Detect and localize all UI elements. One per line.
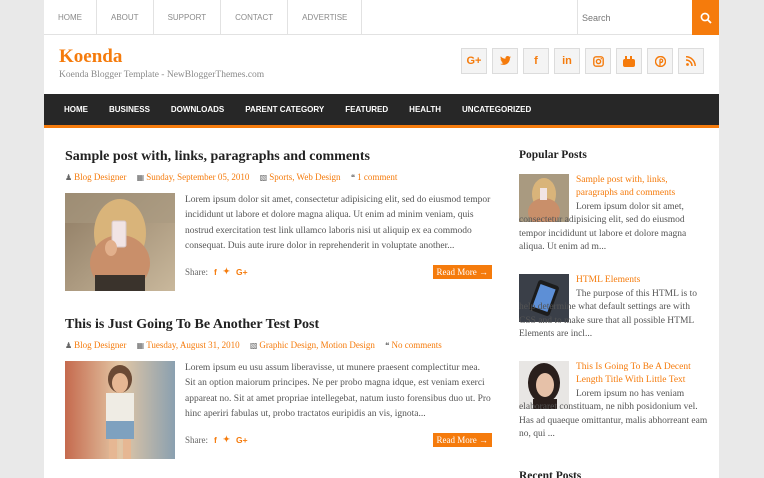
calendar-icon: ▦ [136, 173, 145, 182]
mainnav-business[interactable]: BUSINESS [109, 105, 150, 114]
rss-icon[interactable] [678, 48, 704, 74]
topnav-about[interactable]: ABOUT [97, 0, 154, 35]
main-nav: HOME BUSINESS DOWNLOADS PARENT CATEGORY … [44, 94, 719, 128]
content-area: Sample post with, links, paragraphs and … [44, 128, 719, 478]
post-body: Lorem ipsum eu usu assum liberavisse, ut… [65, 361, 492, 459]
share-label: Share: [185, 266, 208, 277]
post-body: Lorem ipsum dolor sit amet, consectetur … [65, 193, 492, 291]
popular-post-title[interactable]: This Is Going To Be A Decent Length Titl… [576, 361, 706, 388]
popular-posts-title: Popular Posts [519, 149, 587, 161]
post-excerpt-wrap: Lorem ipsum eu usu assum liberavisse, ut… [185, 361, 492, 459]
comments-icon: ❝ [385, 341, 390, 350]
google-plus-icon[interactable]: G+ [461, 48, 487, 74]
user-icon: ♟ [65, 341, 73, 350]
share-label: Share: [185, 434, 208, 445]
linkedin-icon[interactable]: in [554, 48, 580, 74]
popular-post-text: Sample post with, links, paragraphs and … [576, 174, 706, 201]
topnav-advertise[interactable]: ADVERTISE [288, 0, 363, 35]
site-title[interactable]: Koenda [59, 46, 122, 68]
post-title[interactable]: Sample post with, links, paragraphs and … [65, 149, 492, 165]
folder-icon: ▧ [259, 173, 268, 182]
search-button[interactable] [692, 0, 719, 35]
share-bar: Share: f ✦ G+ [185, 266, 248, 277]
mainnav-health[interactable]: HEALTH [409, 105, 441, 114]
popular-post-snippet: Lorem ipsum no has veniam elaboraret con… [519, 389, 708, 439]
top-bar: HOME ABOUT SUPPORT CONTACT ADVERTISE [44, 0, 719, 35]
youtube-icon[interactable] [616, 48, 642, 74]
twitter-icon[interactable]: ✦ [223, 434, 230, 445]
popular-post-title[interactable]: HTML Elements [576, 274, 706, 287]
post-comments[interactable]: 1 comment [357, 172, 397, 182]
popular-post-text: This Is Going To Be A Decent Length Titl… [576, 361, 706, 388]
post-card: This is Just Going To Be Another Test Po… [65, 317, 492, 459]
mainnav-downloads[interactable]: DOWNLOADS [171, 105, 224, 114]
search-box [577, 0, 692, 35]
site-tagline: Koenda Blogger Template - NewBloggerThem… [59, 70, 265, 80]
post-labels[interactable]: Sports, Web Design [269, 172, 340, 182]
popular-post-snippet: The purpose of this HTML is to help dete… [519, 289, 698, 339]
post-date[interactable]: Tuesday, August 31, 2010 [146, 340, 239, 350]
instagram-icon[interactable] [585, 48, 611, 74]
post-thumbnail[interactable] [65, 193, 175, 291]
search-input[interactable] [578, 0, 692, 35]
site-header: Koenda Koenda Blogger Template - NewBlog… [44, 35, 719, 94]
post-excerpt-wrap: Lorem ipsum dolor sit amet, consectetur … [185, 193, 492, 291]
facebook-icon[interactable]: f [214, 435, 217, 445]
comments-icon: ❝ [350, 173, 356, 182]
mainnav-home[interactable]: HOME [64, 105, 88, 114]
topnav-support[interactable]: SUPPORT [154, 0, 222, 35]
facebook-icon[interactable]: f [214, 267, 217, 277]
facebook-icon[interactable]: f [523, 48, 549, 74]
post-thumbnail[interactable] [65, 361, 175, 459]
pinterest-icon[interactable] [647, 48, 673, 74]
post-card: Sample post with, links, paragraphs and … [65, 149, 492, 291]
read-more-button[interactable]: Read More → [432, 265, 492, 279]
twitter-icon[interactable] [492, 48, 518, 74]
twitter-icon[interactable]: ✦ [223, 266, 230, 277]
post-comments[interactable]: No comments [391, 340, 441, 350]
mainnav-uncategorized[interactable]: UNCATEGORIZED [462, 105, 531, 114]
post-title[interactable]: This is Just Going To Be Another Test Po… [65, 317, 492, 333]
calendar-icon: ▦ [136, 341, 145, 350]
mainnav-featured[interactable]: FEATURED [345, 105, 388, 114]
post-meta: ♟ Blog Designer ▦ Tuesday, August 31, 2010… [65, 339, 492, 352]
topnav-home[interactable]: HOME [44, 0, 97, 35]
post-author[interactable]: Blog Designer [74, 172, 126, 182]
post-excerpt: Lorem ipsum eu usu assum liberavisse, ut… [185, 363, 491, 419]
mainnav-parent-category[interactable]: PARENT CATEGORY [245, 105, 324, 114]
user-icon: ♟ [65, 173, 73, 182]
read-more-button[interactable]: Read More → [432, 433, 492, 447]
social-icons: G+ f in [461, 48, 704, 74]
folder-icon: ▧ [249, 341, 258, 350]
post-excerpt: Lorem ipsum dolor sit amet, consectetur … [185, 195, 491, 251]
popular-post-title[interactable]: Sample post with, links, paragraphs and … [576, 174, 706, 201]
google-plus-icon[interactable]: G+ [236, 435, 248, 445]
google-plus-icon[interactable]: G+ [236, 267, 248, 277]
post-meta: ♟ Blog Designer ▦ Sunday, September 05, 20… [65, 171, 492, 184]
popular-post-snippet: Lorem ipsum dolor sit amet, consectetur … [519, 202, 687, 252]
popular-post-text: HTML Elements [576, 274, 706, 287]
topnav-contact[interactable]: CONTACT [221, 0, 289, 35]
search-icon [700, 12, 712, 24]
post-labels[interactable]: Graphic Design, Motion Design [259, 340, 374, 350]
recent-posts-title: Recent Posts [519, 470, 582, 478]
post-date[interactable]: Sunday, September 05, 2010 [146, 172, 249, 182]
share-bar: Share: f ✦ G+ [185, 434, 248, 445]
post-author[interactable]: Blog Designer [74, 340, 126, 350]
